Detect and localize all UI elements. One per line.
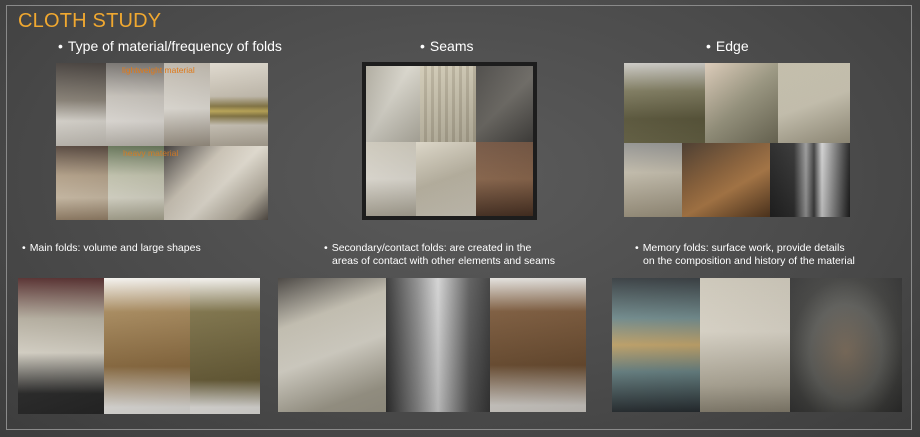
caption-memory: • Memory folds: surface work, provide det… <box>635 242 855 268</box>
bullet: • <box>324 242 328 254</box>
bullet: • <box>706 38 711 54</box>
photo-edge-leather <box>682 143 770 217</box>
photo-seam-6 <box>476 142 533 216</box>
heading-edge-text: Edge <box>715 38 749 54</box>
heading-material: • Type of material/frequency of folds <box>58 38 282 54</box>
photo-seam-3 <box>476 66 533 142</box>
photo-main-skirt <box>190 278 260 414</box>
photo-white-dress-1 <box>56 63 106 146</box>
heading-seams: • Seams <box>420 38 473 54</box>
heading-edge: • Edge <box>706 38 749 54</box>
heading-seams-text: Seams <box>429 38 474 54</box>
photo-white-dress-2 <box>106 63 164 146</box>
photo-main-cape <box>104 278 190 414</box>
heading-material-text: Type of material/frequency of folds <box>67 38 282 54</box>
photo-heavy-belt <box>164 146 268 220</box>
photo-white-dress-3 <box>164 63 210 146</box>
photo-secondary-brown <box>490 278 586 412</box>
photo-heavy-dress-1 <box>56 146 108 220</box>
photo-seam-2 <box>420 66 476 142</box>
caption-main-text: Main folds: volume and large shapes <box>29 242 201 254</box>
photo-seam-1 <box>366 66 420 142</box>
photo-seam-5 <box>416 142 476 216</box>
caption-secondary-line1: Secondary/contact folds: are created in … <box>331 242 532 254</box>
photo-edge-collar <box>624 63 705 143</box>
caption-memory-line1: Memory folds: surface work, provide deta… <box>642 242 845 254</box>
photo-seam-4 <box>366 142 416 216</box>
photo-gold-belt <box>210 63 268 146</box>
photo-edge-glove <box>624 143 682 217</box>
photo-edge-tie <box>770 143 850 217</box>
bullet: • <box>22 242 26 254</box>
photo-memory-armor <box>790 278 902 412</box>
photo-secondary-sleeve <box>278 278 386 412</box>
photo-edge-hand <box>705 63 778 143</box>
bullet: • <box>420 38 425 54</box>
photo-memory-jacket <box>612 278 700 412</box>
bullet: • <box>58 38 63 54</box>
bullet: • <box>635 242 639 254</box>
photo-edge-buttons <box>778 63 850 143</box>
page-title: CLOTH STUDY <box>18 10 162 32</box>
photo-secondary-trousers <box>386 278 490 412</box>
caption-memory-line2: on the composition and history of the ma… <box>643 255 855 267</box>
photo-memory-coat <box>700 278 790 412</box>
caption-secondary-line2: areas of contact with other elements and… <box>332 255 555 267</box>
caption-secondary: • Secondary/contact folds: are created in… <box>324 242 555 268</box>
caption-main: • Main folds: volume and large shapes <box>22 242 201 255</box>
tag-lightweight: lightweight material <box>122 65 195 75</box>
photo-main-shirt <box>18 278 104 414</box>
tag-heavy: heavy material <box>123 148 179 158</box>
